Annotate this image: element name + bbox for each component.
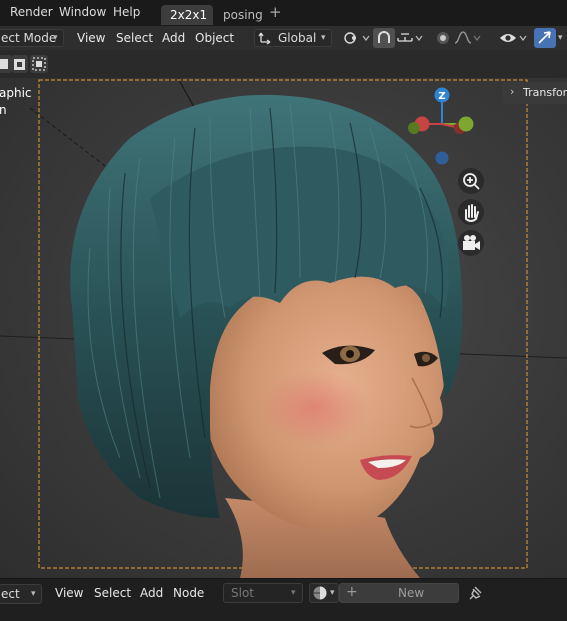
hand-icon xyxy=(465,204,479,222)
new-material-button[interactable]: + New xyxy=(339,583,459,603)
chevron-down-icon: ▾ xyxy=(31,589,36,599)
select-extend-button[interactable] xyxy=(12,55,28,73)
menu-object[interactable]: Object xyxy=(195,31,234,45)
viewport-header: ect Mode ▾ View Select Add Object Global… xyxy=(0,26,567,50)
tab-2x2x1[interactable]: 2x2x1 xyxy=(161,5,213,25)
select-extend-icon xyxy=(14,59,25,70)
tool-settings-row xyxy=(0,50,567,78)
material-sphere-icon xyxy=(313,586,327,600)
menu-add[interactable]: Add xyxy=(140,586,163,600)
tab-2x2x1-label: 2x2x1 xyxy=(170,8,208,22)
orientation-label: Global xyxy=(278,31,317,45)
overlay-text-left-2: n xyxy=(0,103,7,117)
slot-label: Slot xyxy=(231,586,254,600)
select-subtract-icon xyxy=(32,57,46,71)
menu-view[interactable]: View xyxy=(55,586,83,600)
chevron-down-icon: ▾ xyxy=(53,33,58,43)
pin-button[interactable] xyxy=(464,583,486,603)
orientation-dropdown[interactable]: Global ▾ xyxy=(254,29,332,47)
pivot-point-button[interactable] xyxy=(341,28,371,48)
chevron-right-icon: › xyxy=(510,85,515,98)
select-subtract-button[interactable] xyxy=(30,55,48,73)
tab-posing-label: posing xyxy=(223,8,263,22)
gizmo-toggle[interactable] xyxy=(534,28,556,48)
camera-icon xyxy=(463,235,480,250)
search-plus-icon xyxy=(463,173,480,190)
add-workspace-button[interactable]: + xyxy=(269,3,282,21)
navigation-gizmo[interactable]: Z xyxy=(400,82,490,172)
gizmo-z-label: Z xyxy=(438,91,445,102)
top-bar: Render Window Help 2x2x1 posing + xyxy=(0,0,567,26)
chevron-down-icon: ▾ xyxy=(321,33,326,43)
pivot-icon xyxy=(344,32,370,44)
menu-view[interactable]: View xyxy=(77,31,105,45)
chevron-down-icon: ▾ xyxy=(291,588,296,598)
plus-icon: + xyxy=(346,584,358,600)
falloff-curve-icon xyxy=(454,31,481,44)
tab-posing[interactable]: posing xyxy=(216,5,266,25)
menu-help[interactable]: Help xyxy=(113,5,140,19)
chevron-down-icon: ▾ xyxy=(330,588,335,598)
mode-dropdown[interactable]: ect Mode ▾ xyxy=(0,29,64,47)
mode-label: ect Mode xyxy=(1,31,57,45)
cursor-icon xyxy=(538,31,551,44)
select-new-button[interactable] xyxy=(0,55,12,73)
proportional-edit-toggle[interactable] xyxy=(432,28,454,48)
camera-view-button[interactable] xyxy=(458,230,484,256)
proportional-icon xyxy=(437,32,449,44)
menu-select[interactable]: Select xyxy=(116,31,153,45)
3d-viewport[interactable]: aphic n › Transform Z xyxy=(0,78,567,578)
menu-select[interactable]: Select xyxy=(94,586,131,600)
overlay-text-left: aphic xyxy=(0,86,32,100)
eye-icon xyxy=(500,34,527,42)
snap-icon xyxy=(378,31,390,43)
transform-panel-tab[interactable]: › Transform xyxy=(502,82,567,104)
pin-icon xyxy=(469,586,482,600)
menu-render[interactable]: Render xyxy=(10,5,53,19)
pan-button[interactable] xyxy=(458,199,484,225)
chevron-down-icon: ▾ xyxy=(558,33,563,43)
snap-increment-icon xyxy=(397,33,423,42)
zoom-button[interactable] xyxy=(458,168,484,194)
shader-editor-header: ect ▾ View Select Add Node Slot ▾ ▾ + Ne… xyxy=(0,578,567,621)
editor-mode-dropdown[interactable]: ect ▾ xyxy=(0,584,42,604)
select-new-icon xyxy=(0,59,8,69)
menu-window[interactable]: Window xyxy=(59,5,106,19)
transform-label: Transform xyxy=(523,86,567,99)
falloff-dropdown[interactable] xyxy=(453,28,483,48)
slot-dropdown[interactable]: Slot ▾ xyxy=(223,583,303,603)
editor-mode-label: ect xyxy=(1,587,20,601)
menu-add[interactable]: Add xyxy=(162,31,185,45)
material-browse-button[interactable]: ▾ xyxy=(309,583,339,603)
gizmo-y-axis[interactable] xyxy=(458,116,474,132)
visibility-dropdown[interactable] xyxy=(498,28,528,48)
gizmo-neg-z-axis[interactable] xyxy=(435,151,449,165)
menu-node[interactable]: Node xyxy=(173,586,204,600)
transform-orientation-icon xyxy=(258,32,271,45)
snap-toggle[interactable] xyxy=(373,28,395,48)
gizmo-neg-y-axis[interactable] xyxy=(408,122,420,134)
new-label: New xyxy=(398,586,425,600)
snap-target-button[interactable] xyxy=(396,28,426,48)
